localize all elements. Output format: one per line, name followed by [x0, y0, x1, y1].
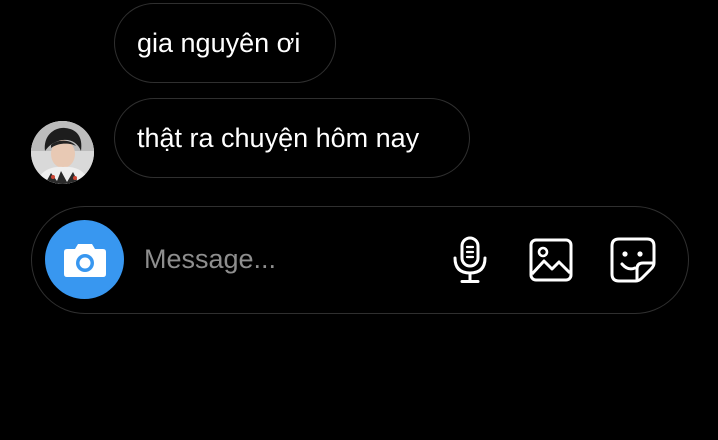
gallery-icon: [529, 238, 573, 282]
chat-thread: gia nguyên ơi thật ra chuyện hôm nay: [0, 0, 718, 440]
message-bubble[interactable]: thật ra chuyện hôm nay: [114, 98, 470, 178]
message-text: thật ra chuyện hôm nay: [137, 122, 420, 153]
message-bubble[interactable]: gia nguyên ơi: [114, 3, 336, 83]
gallery-button[interactable]: [527, 236, 575, 284]
camera-button[interactable]: [45, 220, 124, 299]
avatar[interactable]: [31, 121, 94, 184]
microphone-icon: [453, 236, 487, 283]
sticker-icon: [610, 237, 656, 283]
sticker-button[interactable]: [609, 236, 657, 284]
message-input[interactable]: [144, 237, 414, 281]
message-composer: [31, 206, 689, 314]
voice-message-button[interactable]: [446, 236, 494, 284]
avatar-image: [31, 121, 94, 184]
message-text: gia nguyên ơi: [137, 27, 301, 58]
camera-icon: [63, 243, 106, 277]
